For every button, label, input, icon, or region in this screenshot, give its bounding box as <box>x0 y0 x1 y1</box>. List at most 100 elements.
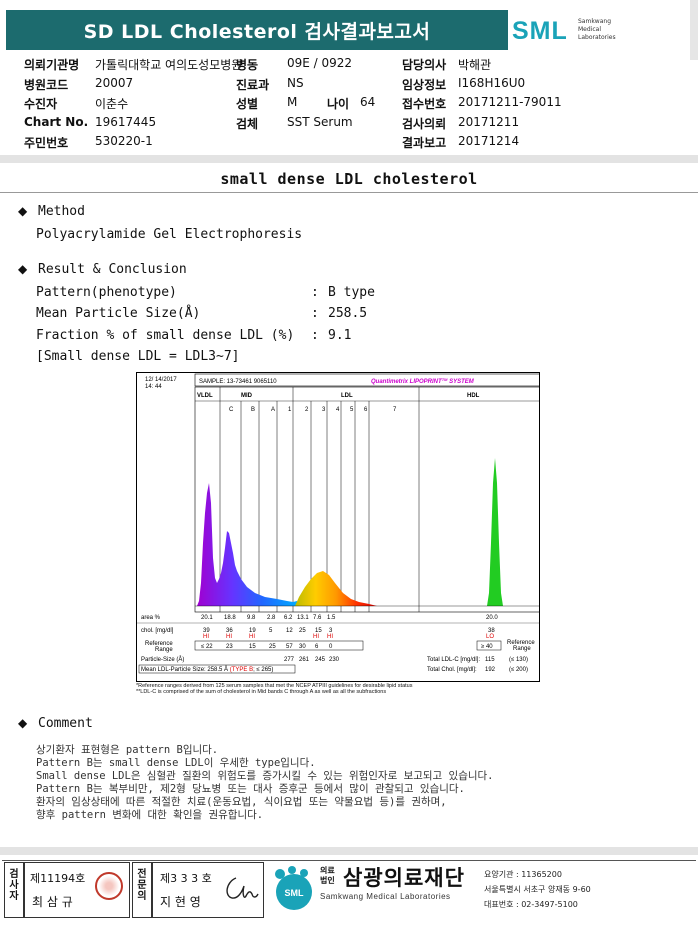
total-chol-label: Total Chol. [mg/dl]: <box>427 667 477 673</box>
info-value: 20171214 <box>458 134 520 148</box>
result-heading: Result & Conclusion <box>38 262 187 277</box>
info-label: 의뢰기관명 <box>24 58 80 72</box>
area-value: 6.2 <box>284 615 293 621</box>
chol-value: 5 <box>269 628 273 634</box>
ldl-peak <box>295 571 377 606</box>
result-value: 258.5 <box>328 306 368 321</box>
sml-logo: SML <box>512 17 568 45</box>
info-label: 결과보고 <box>402 136 447 150</box>
mean-size-line: Mean LDL-Particle Size: 258.5 Å (TYPE B;… <box>141 666 273 673</box>
sub-band-label: 2 <box>305 407 309 413</box>
particle-size-value: 245 <box>315 657 326 663</box>
lipoprint-chart: 12/ 14/2017 14: 44 SAMPLE: 13-73461 9065… <box>136 372 540 682</box>
total-ldl-ref: (≤ 130) <box>509 657 528 663</box>
sub-band-label: C <box>229 407 234 413</box>
area-value: 13.1 <box>297 615 309 621</box>
sub-band-label: 1 <box>288 407 292 413</box>
org-english-name: Samkwang Medical Laboratories <box>320 892 451 901</box>
ref-box-left <box>194 640 364 651</box>
area-value: 20.1 <box>201 615 213 621</box>
row-label-chol: chol. [mg/dl] <box>141 628 174 634</box>
flag-value: HI <box>203 634 209 640</box>
info-label: 검사의뢰 <box>402 117 447 131</box>
specialist-label-box: 전 문 의 <box>132 862 152 918</box>
contact-line: 서울특별시 서초구 양재동 9-60 <box>484 885 591 894</box>
sub-band-label: 4 <box>336 407 340 413</box>
info-label: 담당의사 <box>402 58 447 72</box>
chart-time: 14: 44 <box>145 384 162 390</box>
ref-value: 57 <box>286 644 293 650</box>
bullet-icon: ◆ <box>18 262 28 276</box>
band-label-vldl: VLDL <box>197 393 213 399</box>
band-label-mid: MID <box>241 393 253 399</box>
inspector-license: 제11194호 <box>30 872 86 885</box>
inspector-name: 최 삼 규 <box>32 895 73 909</box>
sub-band-label: 6 <box>364 407 368 413</box>
flag-value: HI <box>226 634 232 640</box>
info-label: 검체 <box>236 117 259 131</box>
footer-divider-strip <box>0 847 698 855</box>
info-label: 성별 <box>236 97 259 111</box>
ref-value: 0 <box>329 644 333 650</box>
particle-size-value: 261 <box>299 657 310 663</box>
ref-value: 6 <box>315 644 319 650</box>
inspector-label-box: 검 사 자 <box>4 862 24 918</box>
area-value: 2.8 <box>267 615 276 621</box>
ref-value: 23 <box>226 644 233 650</box>
row-label-area: area % <box>141 615 161 621</box>
method-text: Polyacrylamide Gel Electrophoresis <box>36 227 303 242</box>
comment-line: Small dense LDL은 심혈관 질환의 위험도를 증가시킬 수 있는 … <box>36 770 494 782</box>
info-label: 나이 <box>327 97 350 111</box>
method-heading: Method <box>38 204 85 219</box>
total-chol-value: 192 <box>485 667 496 673</box>
result-label: Fraction % of small dense LDL (%) <box>36 328 295 343</box>
total-ldl-value: 115 <box>485 657 495 663</box>
sub-band-label: A <box>271 407 275 413</box>
info-value: 19617445 <box>95 115 157 129</box>
particle-sizes: 277 261 245 230 <box>284 657 340 663</box>
area-value: 18.8 <box>224 615 236 621</box>
comment-line: 향후 pattern 변화에 대한 확인을 권유합니다. <box>36 809 264 821</box>
band-frame <box>194 386 539 613</box>
specialist-name: 지 현 영 <box>160 895 201 909</box>
signature-icon <box>226 877 259 899</box>
result-colon: : <box>311 328 319 343</box>
flag-value: HI <box>313 634 319 640</box>
sub-band-label: 5 <box>350 407 354 413</box>
ref-values: ≤ 22 23 15 25 57 30 6 0 ≥ 40 <box>201 644 493 650</box>
comment-line: Pattern B는 small dense LDL이 우세한 type입니다. <box>36 757 316 769</box>
particle-size-value: 230 <box>329 657 340 663</box>
report-title-banner: SD LDL Cholesterol 검사결과보고서 <box>6 10 508 50</box>
result-colon: : <box>311 285 319 300</box>
ref-value: ≥ 40 <box>481 644 493 650</box>
result-colon: : <box>311 306 319 321</box>
total-ldl-label: Total LDL-C [mg/dl]: <box>427 657 480 663</box>
contact-info: 요양기관 : 11365200 서울특별시 서초구 양재동 9-60 대표번호 … <box>484 867 591 912</box>
chol-values: 39 36 19 5 12 25 15 3 38 <box>203 628 495 634</box>
ref-value: 25 <box>269 644 276 650</box>
area-value: 7.6 <box>313 615 322 621</box>
flag-values: HI HI HI HI HI LO <box>203 634 494 640</box>
info-value: 20007 <box>95 76 134 90</box>
info-value: I168H16U0 <box>458 76 526 90</box>
flag-value: HI <box>249 634 255 640</box>
band-label-hdl: HDL <box>467 393 480 399</box>
info-value: NS <box>287 76 304 90</box>
chol-value: 12 <box>286 628 293 634</box>
bullet-icon: ◆ <box>18 716 28 730</box>
divider <box>0 192 698 193</box>
info-label: 병동 <box>236 58 259 72</box>
comment-heading: Comment <box>38 716 93 731</box>
info-value: SST Serum <box>287 115 353 129</box>
sml-logo-subtitle: Samkwang Medical Laboratories <box>578 18 616 41</box>
info-value: 09E / 0922 <box>287 56 353 70</box>
sub-band-label: 3 <box>322 407 326 413</box>
report-title: SD LDL Cholesterol 검사결과보고서 <box>83 20 431 43</box>
area-value: 9.8 <box>247 615 256 621</box>
total-chol-ref: (≤ 200) <box>509 667 528 673</box>
divider-strip <box>0 155 698 163</box>
info-label: 진료과 <box>236 78 270 92</box>
chart-footnote-2: **LDL-C is comprised of the sum of chole… <box>136 689 387 695</box>
result-note: [Small dense LDL = LDL3~7] <box>36 349 240 364</box>
bullet-icon: ◆ <box>18 204 28 218</box>
